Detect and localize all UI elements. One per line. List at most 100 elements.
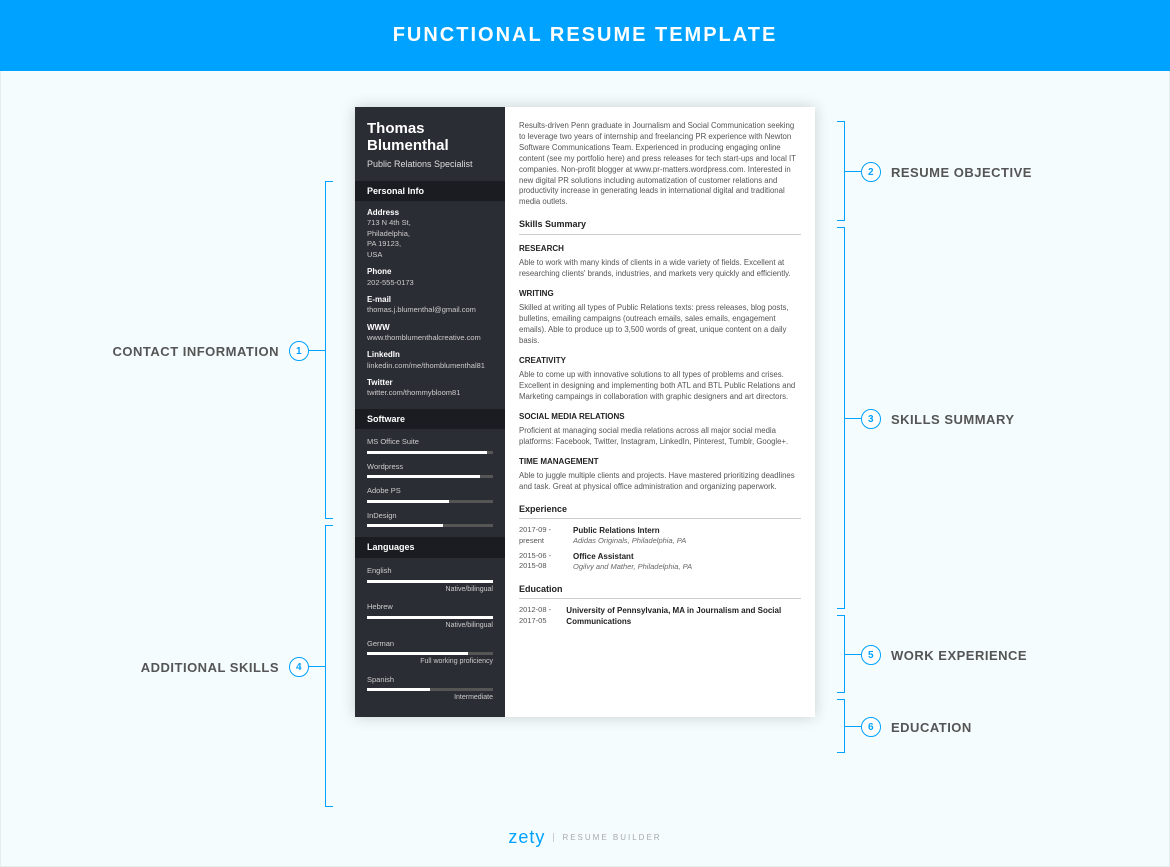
skill-block: WRITING Skilled at writing all types of …: [519, 288, 801, 347]
language-level: Full working proficiency: [367, 657, 493, 667]
experience-position: Public Relations Intern: [573, 525, 686, 536]
label-contact-info: CONTACT INFORMATION 1: [113, 341, 309, 361]
label-text: ADDITIONAL SKILLS: [141, 660, 279, 675]
language-name: Hebrew: [367, 602, 493, 613]
label-additional-skills: ADDITIONAL SKILLS 4: [141, 657, 309, 677]
skill-bar: [367, 616, 493, 619]
education-row: 2012-08 - 2017-05 University of Pennsylv…: [519, 605, 801, 627]
skill-bar: [367, 475, 493, 478]
label-number: 5: [861, 645, 881, 665]
label-text: WORK EXPERIENCE: [891, 648, 1027, 663]
field-value: twitter.com/thommybloom81: [367, 388, 493, 399]
field-value: www.thomblumenthalcreative.com: [367, 333, 493, 344]
field-label: Phone: [367, 266, 493, 277]
skill-bar: [367, 688, 493, 691]
label-text: CONTACT INFORMATION: [113, 344, 279, 359]
skill-title: RESEARCH: [519, 243, 801, 254]
language-name: English: [367, 566, 493, 577]
skill-bar: [367, 451, 493, 454]
experience-position: Office Assistant: [573, 551, 692, 562]
software-name: Adobe PS: [367, 486, 493, 497]
field-label: LinkedIn: [367, 349, 493, 360]
language-level: Native/bilingual: [367, 621, 493, 631]
label-number: 1: [289, 341, 309, 361]
skill-text: Proficient at managing social media rela…: [519, 426, 801, 448]
experience-date: 2017-09 - present: [519, 525, 559, 547]
section-skills-summary: Skills Summary: [519, 218, 801, 235]
label-work-experience: 5 WORK EXPERIENCE: [861, 645, 1027, 665]
software-name: InDesign: [367, 511, 493, 522]
resume-objective: Results-driven Penn graduate in Journali…: [519, 121, 801, 208]
experience-location: Ogilvy and Mather, Philadelphia, PA: [573, 562, 692, 573]
label-number: 2: [861, 162, 881, 182]
language-item: Hebrew Native/bilingual: [367, 602, 493, 630]
label-education: 6 EDUCATION: [861, 717, 972, 737]
skill-title: SOCIAL MEDIA RELATIONS: [519, 411, 801, 422]
label-skills-summary: 3 SKILLS SUMMARY: [861, 409, 1015, 429]
software-name: Wordpress: [367, 462, 493, 473]
label-resume-objective: 2 RESUME OBJECTIVE: [861, 162, 1032, 182]
language-item: German Full working proficiency: [367, 639, 493, 667]
left-annotations: CONTACT INFORMATION 1 ADDITIONAL SKILLS …: [89, 107, 309, 807]
page-title: FUNCTIONAL RESUME TEMPLATE: [393, 24, 778, 46]
skill-bar: [367, 652, 493, 655]
label-text: EDUCATION: [891, 720, 972, 735]
label-number: 4: [289, 657, 309, 677]
education-degree: University of Pennsylvania, MA in Journa…: [566, 605, 801, 627]
field-value: 202-555-0173: [367, 278, 493, 289]
skill-title: WRITING: [519, 288, 801, 299]
field-label: Address: [367, 207, 493, 218]
field-label: Twitter: [367, 377, 493, 388]
field-value: linkedin.com/me/thomblumenthal81: [367, 361, 493, 372]
section-experience: Experience: [519, 503, 801, 520]
language-item: Spanish Intermediate: [367, 675, 493, 703]
language-name: Spanish: [367, 675, 493, 686]
software-item: InDesign: [367, 511, 493, 528]
experience-row: 2015-06 - 2015-08 Office Assistant Ogilv…: [519, 551, 801, 573]
label-text: SKILLS SUMMARY: [891, 412, 1015, 427]
software-item: MS Office Suite: [367, 437, 493, 454]
resume-name: Thomas Blumenthal: [367, 121, 493, 154]
label-text: RESUME OBJECTIVE: [891, 165, 1032, 180]
experience-location: Adidas Originals, Philadelphia, PA: [573, 536, 686, 547]
sidebar-section-software: Software: [355, 409, 505, 430]
skill-title: TIME MANAGEMENT: [519, 456, 801, 467]
skill-text: Able to juggle multiple clients and proj…: [519, 471, 801, 493]
page-header: FUNCTIONAL RESUME TEMPLATE: [0, 0, 1170, 71]
sidebar-section-languages: Languages: [355, 537, 505, 558]
skill-block: SOCIAL MEDIA RELATIONS Proficient at man…: [519, 411, 801, 448]
language-level: Native/bilingual: [367, 585, 493, 595]
skill-block: TIME MANAGEMENT Able to juggle multiple …: [519, 456, 801, 493]
field-value: thomas.j.blumenthal@gmail.com: [367, 305, 493, 316]
skill-text: Able to come up with innovative solution…: [519, 370, 801, 403]
resume-card: Thomas Blumenthal Public Relations Speci…: [355, 107, 815, 717]
brand-tagline: RESUME BUILDER: [553, 833, 661, 842]
field-value: 713 N 4th St, Philadelphia, PA 19123, US…: [367, 218, 493, 260]
language-name: German: [367, 639, 493, 650]
software-item: Adobe PS: [367, 486, 493, 503]
skill-title: CREATIVITY: [519, 355, 801, 366]
experience-date: 2015-06 - 2015-08: [519, 551, 559, 573]
sidebar-section-personal: Personal Info: [355, 181, 505, 202]
resume-content: Results-driven Penn graduate in Journali…: [505, 107, 815, 717]
section-education: Education: [519, 583, 801, 600]
software-item: Wordpress: [367, 462, 493, 479]
skill-text: Skilled at writing all types of Public R…: [519, 303, 801, 347]
skill-bar: [367, 524, 493, 527]
skill-text: Able to work with many kinds of clients …: [519, 258, 801, 280]
language-item: English Native/bilingual: [367, 566, 493, 594]
field-label: E-mail: [367, 294, 493, 305]
skill-bar: [367, 500, 493, 503]
resume-sidebar: Thomas Blumenthal Public Relations Speci…: [355, 107, 505, 717]
label-number: 3: [861, 409, 881, 429]
footer: zety RESUME BUILDER: [1, 827, 1169, 848]
skill-bar: [367, 580, 493, 583]
main-area: CONTACT INFORMATION 1 ADDITIONAL SKILLS …: [0, 71, 1170, 867]
brand-logo: zety: [508, 827, 545, 848]
software-name: MS Office Suite: [367, 437, 493, 448]
right-annotations: 2 RESUME OBJECTIVE 3 SKILLS SUMMARY 5 WO…: [861, 107, 1081, 807]
education-date: 2012-08 - 2017-05: [519, 605, 552, 627]
skill-block: RESEARCH Able to work with many kinds of…: [519, 243, 801, 280]
resume-role: Public Relations Specialist: [367, 158, 493, 171]
field-label: WWW: [367, 322, 493, 333]
